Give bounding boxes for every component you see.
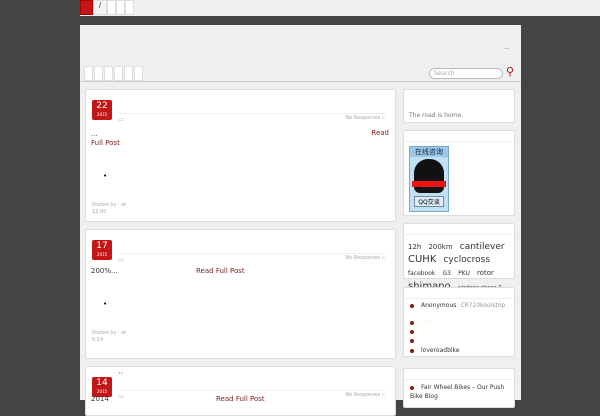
post-meta: Posted by · at 12:00 [92,202,126,216]
responses-link[interactable]: No Responses » [345,392,385,398]
category-icon: ▭ [118,116,124,123]
tag-link[interactable]: 200km [428,243,452,251]
comment-item[interactable] [410,328,421,335]
responses-link[interactable]: No Responses » [345,115,385,121]
bullet: • [103,300,108,308]
header-text: .. [504,43,509,51]
qq-title: 在线咨询 [410,147,448,157]
qq-chat-button[interactable]: 在线咨询 QQ交谈 [409,146,449,212]
site-header: .. Search ⚲ [80,25,521,82]
comment-text[interactable]: : CR720koolstop [456,302,505,309]
comment-item[interactable] [410,337,421,344]
tagline-widget: The road is home. [403,89,515,123]
tab[interactable] [124,66,133,81]
nav-item[interactable] [125,0,134,15]
post-meta: Posted by · at 6:14 [92,330,126,344]
tag-link[interactable]: G3 [443,270,451,277]
comment-author[interactable]: Anonymous [421,302,456,309]
search-icon[interactable]: ⚲ [506,65,514,78]
category-tabs [84,66,143,81]
tag-cloud-widget: 12h 200km cantilever CUHK cyclocross fac… [403,223,515,305]
category-icon: ▭ [118,393,124,400]
tag-link[interactable]: CUHK [408,254,436,265]
qq-widget: 在线咨询 QQ交谈 [403,130,515,216]
posted-by: Posted by · at [92,202,127,208]
year: 2015 [96,389,108,394]
qq-chat-label: QQ交谈 [414,196,444,207]
nav-home[interactable] [80,0,93,15]
excerpt: 200%... [91,267,118,275]
post: 22 2015 ▭ No Responses » ... Read Full Po… [85,89,396,222]
blogroll-link[interactable]: Fair Wheel Bikes – Our Push Bike Blog [410,383,510,401]
responses-link[interactable]: No Responses » [345,255,385,261]
read-more-link[interactable]: Full Post [91,139,120,147]
year: 2015 [96,252,108,257]
tab[interactable] [94,66,103,81]
tag-link[interactable]: cantilever [460,242,505,252]
excerpt: ... [91,130,98,138]
tag-link[interactable]: rotor [477,269,494,277]
read-more-link[interactable]: Read [371,129,389,137]
posted-by: Posted by · at [92,330,127,336]
comment-item[interactable]: · · · [410,319,431,326]
read-more-link[interactable]: Read Full Post [216,395,265,403]
day: 14 [96,378,108,388]
tab[interactable] [84,66,93,81]
post: 17 2015 ▭ No Responses » 200%... Read Ful… [85,229,396,359]
bullet: • [103,172,108,180]
comment-item[interactable]: loveroadbike [410,347,460,354]
date-badge: 17 2015 [92,240,112,260]
post-time: 6:14 [92,337,104,343]
recent-comments-widget: Anonymous: CR720koolstop · · · loveroadb… [403,287,515,357]
date-badge: 22 2015 [92,100,112,120]
penguin-icon [412,159,446,193]
tab[interactable] [134,66,143,81]
nav-item[interactable] [107,0,116,15]
tag-link[interactable]: 12h [408,243,421,251]
comment-item[interactable]: Anonymous: CR720koolstop [410,302,505,309]
year: 2015 [96,112,108,117]
read-more-link[interactable]: Read Full Post [196,267,245,275]
excerpt: 2014 [91,395,109,403]
day: 17 [96,241,108,251]
tag-link[interactable]: PKU [458,270,470,277]
top-nav: / [80,0,600,16]
post: 14 2015 ·· ▭ No Responses » 2014 Read Ful… [85,366,396,416]
nav-item[interactable] [116,0,125,15]
day: 22 [96,101,108,111]
links-widget: Fair Wheel Bikes – Our Push Bike Blog [403,368,515,408]
search-input[interactable]: Search [429,68,503,79]
category-icon: ▭ [118,256,124,263]
post-title[interactable]: ·· [118,369,123,378]
tab[interactable] [104,66,113,81]
tab[interactable] [114,66,123,81]
tagline: The road is home. [409,112,464,119]
tag-link[interactable]: cyclocross [443,255,490,265]
tag-link[interactable]: facebook [408,270,435,277]
nav-item[interactable]: / [93,0,107,15]
date-badge: 14 2015 [92,377,112,397]
post-time: 12:00 [92,209,107,215]
